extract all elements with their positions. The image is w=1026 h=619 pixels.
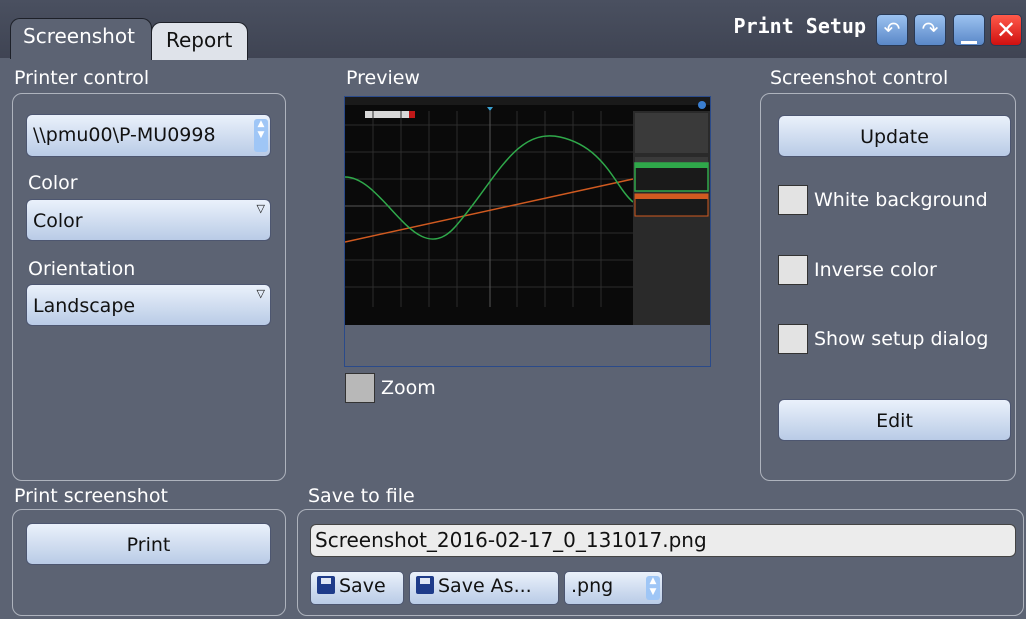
minimize-button[interactable] xyxy=(953,14,985,46)
preview-frame xyxy=(344,96,711,367)
zoom-label: Zoom xyxy=(381,377,436,399)
dropdown-arrow-icon: ▽ xyxy=(256,202,265,215)
redo-button[interactable]: ↷ xyxy=(914,14,946,46)
update-button[interactable]: Update xyxy=(778,115,1011,157)
color-label: Color xyxy=(28,172,78,194)
redo-icon: ↷ xyxy=(921,17,939,41)
spin-arrows-icon: ▲ ▼ xyxy=(254,119,268,152)
format-value: .png xyxy=(571,575,614,597)
close-button[interactable]: ✕ xyxy=(990,14,1022,46)
tab-report[interactable]: Report xyxy=(151,22,248,60)
save-to-file-heading: Save to file xyxy=(308,485,415,507)
dropdown-arrow-icon: ▽ xyxy=(256,287,265,300)
tab-screenshot-label: Screenshot xyxy=(23,24,135,48)
screenshot-control-heading: Screenshot control xyxy=(770,67,949,89)
minimize-icon xyxy=(961,41,977,44)
white-background-checkbox[interactable] xyxy=(778,185,808,215)
orientation-label: Orientation xyxy=(28,258,136,280)
inverse-color-label: Inverse color xyxy=(814,259,937,281)
floppy-disk-icon xyxy=(416,576,434,594)
undo-icon: ↶ xyxy=(883,17,901,41)
save-button-label: Save xyxy=(339,575,386,597)
preview-heading: Preview xyxy=(346,67,420,89)
spin-arrows-icon: ▲ ▼ xyxy=(646,576,660,600)
tab-screenshot[interactable]: Screenshot xyxy=(10,18,152,59)
color-value: Color xyxy=(33,210,83,232)
printer-select[interactable]: \\pmu00\P-MU0998 ▲ ▼ xyxy=(26,114,271,157)
print-button[interactable]: Print xyxy=(26,523,271,565)
floppy-disk-icon xyxy=(317,576,335,594)
show-setup-dialog-checkbox[interactable] xyxy=(778,324,808,354)
show-setup-dialog-label: Show setup dialog xyxy=(814,328,989,350)
zoom-checkbox[interactable] xyxy=(345,373,375,403)
window-title: Print Setup xyxy=(733,14,866,38)
save-button[interactable]: Save xyxy=(310,571,404,605)
orientation-value: Landscape xyxy=(33,295,136,317)
printer-control-heading: Printer control xyxy=(14,67,150,89)
save-as-button-label: Save As... xyxy=(438,575,532,597)
white-background-label: White background xyxy=(814,189,988,211)
close-icon: ✕ xyxy=(995,16,1017,44)
format-select[interactable]: .png ▲ ▼ xyxy=(564,571,663,605)
filename-input[interactable]: Screenshot_2016-02-17_0_131017.png xyxy=(310,524,1016,557)
edit-button[interactable]: Edit xyxy=(778,399,1011,441)
inverse-color-checkbox[interactable] xyxy=(778,255,808,285)
undo-button[interactable]: ↶ xyxy=(876,14,908,46)
save-as-button[interactable]: Save As... xyxy=(409,571,559,605)
print-screenshot-heading: Print screenshot xyxy=(14,485,168,507)
orientation-dropdown[interactable]: Landscape ▽ xyxy=(26,284,271,326)
color-dropdown[interactable]: Color ▽ xyxy=(26,199,271,241)
tab-report-label: Report xyxy=(166,28,233,52)
printer-value: \\pmu00\P-MU0998 xyxy=(33,124,216,146)
preview-thumbnail xyxy=(345,97,710,325)
